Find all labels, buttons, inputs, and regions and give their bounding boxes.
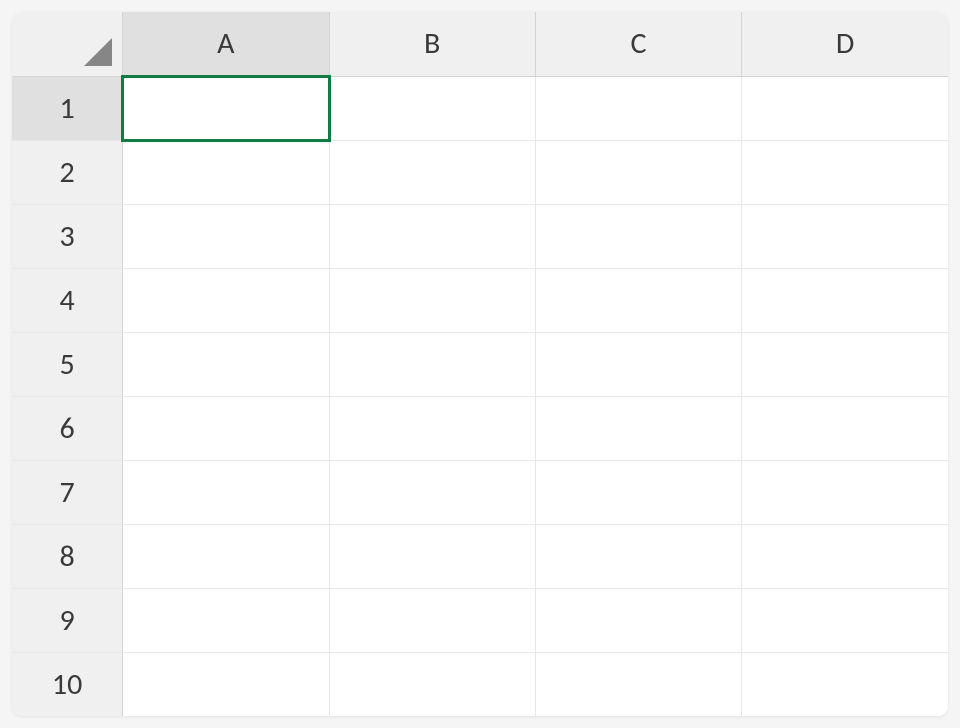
cell-a7[interactable] bbox=[123, 460, 329, 524]
cell-d10[interactable] bbox=[742, 652, 948, 716]
cell-d7[interactable] bbox=[742, 460, 948, 524]
cell-d4[interactable] bbox=[742, 268, 948, 332]
cell-c2[interactable] bbox=[535, 140, 741, 204]
cell-b4[interactable] bbox=[329, 268, 535, 332]
cell-d2[interactable] bbox=[742, 140, 948, 204]
column-header-d[interactable]: D bbox=[742, 12, 948, 76]
cell-c6[interactable] bbox=[535, 396, 741, 460]
row-header-7[interactable]: 7 bbox=[12, 460, 123, 524]
cell-a6[interactable] bbox=[123, 396, 329, 460]
cell-d5[interactable] bbox=[742, 332, 948, 396]
cell-a2[interactable] bbox=[123, 140, 329, 204]
row-header-2[interactable]: 2 bbox=[12, 140, 123, 204]
spreadsheet-table: A B C D 1 2 3 bbox=[12, 12, 948, 716]
cell-b1[interactable] bbox=[329, 76, 535, 140]
row-header-3[interactable]: 3 bbox=[12, 204, 123, 268]
column-header-c[interactable]: C bbox=[535, 12, 741, 76]
cell-b8[interactable] bbox=[329, 524, 535, 588]
cell-c9[interactable] bbox=[535, 588, 741, 652]
cell-b10[interactable] bbox=[329, 652, 535, 716]
cell-a9[interactable] bbox=[123, 588, 329, 652]
cell-b6[interactable] bbox=[329, 396, 535, 460]
cell-d9[interactable] bbox=[742, 588, 948, 652]
row-header-1[interactable]: 1 bbox=[12, 76, 123, 140]
cell-c3[interactable] bbox=[535, 204, 741, 268]
cell-c1[interactable] bbox=[535, 76, 741, 140]
cell-d8[interactable] bbox=[742, 524, 948, 588]
cell-b2[interactable] bbox=[329, 140, 535, 204]
cell-c10[interactable] bbox=[535, 652, 741, 716]
cell-c5[interactable] bbox=[535, 332, 741, 396]
cell-d1[interactable] bbox=[742, 76, 948, 140]
row-header-6[interactable]: 6 bbox=[12, 396, 123, 460]
cell-b5[interactable] bbox=[329, 332, 535, 396]
row-header-10[interactable]: 10 bbox=[12, 652, 123, 716]
row-header-4[interactable]: 4 bbox=[12, 268, 123, 332]
cell-a5[interactable] bbox=[123, 332, 329, 396]
row-header-9[interactable]: 9 bbox=[12, 588, 123, 652]
cell-d6[interactable] bbox=[742, 396, 948, 460]
column-header-b[interactable]: B bbox=[329, 12, 535, 76]
cell-c4[interactable] bbox=[535, 268, 741, 332]
cell-a10[interactable] bbox=[123, 652, 329, 716]
column-header-a[interactable]: A bbox=[123, 12, 329, 76]
select-all-corner[interactable] bbox=[12, 12, 123, 76]
spreadsheet-grid: A B C D 1 2 3 bbox=[12, 12, 948, 716]
row-header-8[interactable]: 8 bbox=[12, 524, 123, 588]
select-all-triangle-icon bbox=[84, 38, 112, 66]
cell-a3[interactable] bbox=[123, 204, 329, 268]
cell-d3[interactable] bbox=[742, 204, 948, 268]
cell-a1[interactable] bbox=[123, 76, 329, 140]
cell-c8[interactable] bbox=[535, 524, 741, 588]
cell-a8[interactable] bbox=[123, 524, 329, 588]
cell-b7[interactable] bbox=[329, 460, 535, 524]
row-header-5[interactable]: 5 bbox=[12, 332, 123, 396]
cell-c7[interactable] bbox=[535, 460, 741, 524]
cell-b9[interactable] bbox=[329, 588, 535, 652]
cell-b3[interactable] bbox=[329, 204, 535, 268]
cell-a4[interactable] bbox=[123, 268, 329, 332]
